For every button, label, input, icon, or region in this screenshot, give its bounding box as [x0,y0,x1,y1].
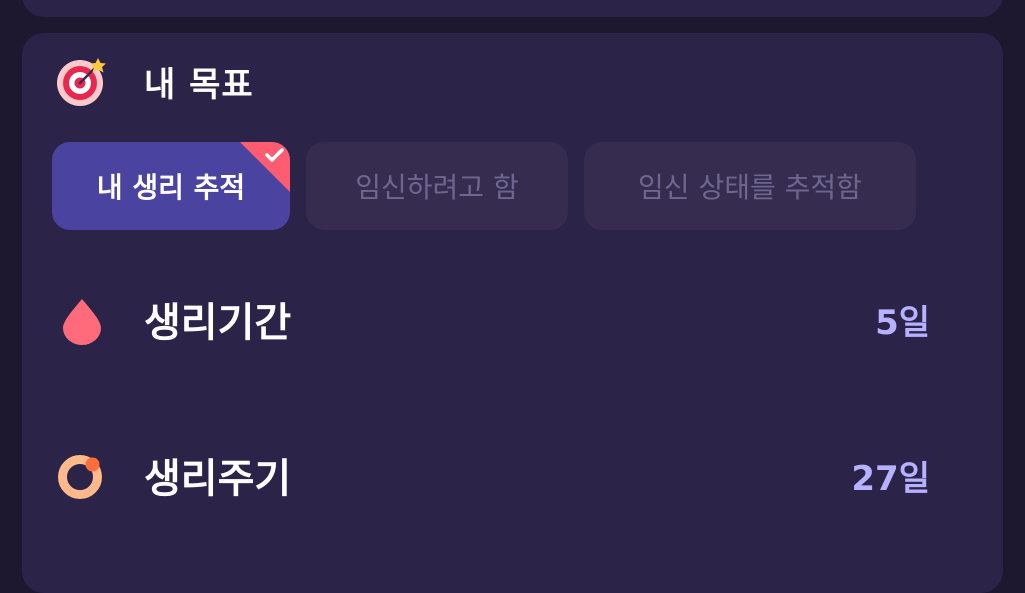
cycle-length-value: 27일 [851,458,930,499]
goal-option-label: 내 생리 추적 [96,171,246,204]
checkmark-icon [240,142,290,192]
goal-option-track-period[interactable]: 내 생리 추적 [52,142,290,230]
target-icon [57,58,106,106]
goal-option-label: 임신하려고 함 [355,171,519,204]
period-length-label: 생리기간 [144,300,292,346]
period-length-row[interactable]: 생리기간 5일 [56,289,930,349]
goal-header: 내 목표 [56,55,254,107]
cycle-length-row[interactable]: 생리주기 27일 [56,445,930,505]
goal-option-label: 임신 상태를 추적함 [638,171,862,204]
goal-option-trying-to-conceive[interactable]: 임신하려고 함 [306,142,568,230]
goal-option-track-pregnancy[interactable]: 임신 상태를 추적함 [584,142,916,230]
previous-card [22,0,1003,17]
goal-title: 내 목표 [144,64,254,105]
cycle-ring-icon [58,455,102,499]
drop-icon [63,299,101,345]
goal-options: 내 생리 추적 임신하려고 함 임신 상태를 추적함 [52,142,932,230]
cycle-length-label: 생리주기 [144,456,292,502]
period-length-value: 5일 [875,302,930,343]
